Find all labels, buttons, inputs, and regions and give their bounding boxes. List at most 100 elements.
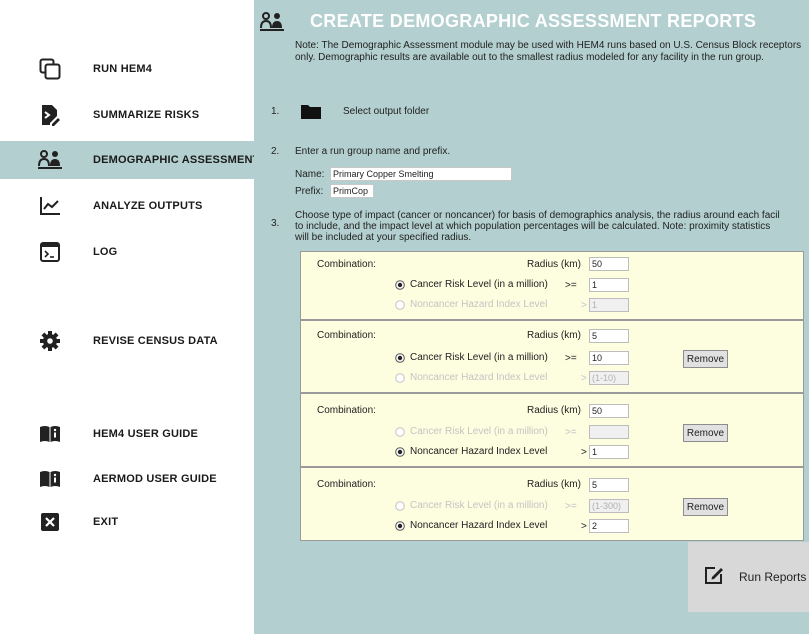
cancer-level-input[interactable]: 10: [589, 351, 629, 365]
step-number: 2.: [271, 146, 280, 157]
step-number: 1.: [271, 106, 280, 117]
radius-label: Radius (km): [527, 479, 581, 490]
cancer-level-input[interactable]: [589, 425, 629, 439]
book-info-icon: [38, 467, 62, 491]
people-icon: [38, 148, 62, 172]
operator-label: >=: [565, 501, 577, 512]
sidebar-item-label: ANALYZE OUTPUTS: [93, 200, 203, 212]
cancer-risk-radio[interactable]: Cancer Risk Level (in a million): [395, 279, 548, 290]
remove-button[interactable]: Remove: [683, 350, 728, 368]
radius-label: Radius (km): [527, 405, 581, 416]
radius-input[interactable]: 50: [589, 257, 629, 271]
sidebar-item-label: HEM4 USER GUIDE: [93, 428, 199, 440]
noncancer-hazard-radio[interactable]: Noncancer Hazard Index Level: [395, 520, 547, 531]
sidebar-item-exit[interactable]: EXIT: [0, 503, 254, 541]
noncancer-level-input[interactable]: 1: [589, 445, 629, 459]
noncancer-level-input[interactable]: 1: [589, 298, 629, 312]
cancer-risk-radio[interactable]: Cancer Risk Level (in a million): [395, 426, 548, 437]
radio-label: Noncancer Hazard Index Level: [410, 520, 548, 531]
cancer-risk-radio[interactable]: Cancer Risk Level (in a million): [395, 500, 548, 511]
radio-label: Noncancer Hazard Index Level: [410, 299, 548, 310]
sidebar-item-label: EXIT: [93, 516, 119, 528]
book-info-icon: [38, 422, 62, 446]
run-reports-label: Run Reports: [739, 570, 807, 584]
sidebar-item-revise-census-data[interactable]: REVISE CENSUS DATA: [0, 322, 254, 360]
edit-icon: [704, 565, 724, 585]
sidebar-item-label: REVISE CENSUS DATA: [93, 335, 218, 347]
sidebar-item-label: SUMMARIZE RISKS: [93, 109, 200, 121]
sidebar-item-label: DEMOGRAPHIC ASSESSMENT: [93, 154, 260, 166]
radio-unselected-icon: [395, 299, 405, 310]
radio-label: Cancer Risk Level (in a million): [410, 279, 548, 290]
remove-button[interactable]: Remove: [683, 424, 728, 442]
sidebar-item-aermod-user-guide[interactable]: AERMOD USER GUIDE: [0, 460, 254, 498]
combination-panel: Combination: Radius (km) 50 Cancer Risk …: [300, 393, 804, 467]
sidebar-item-label: RUN HEM4: [93, 63, 153, 75]
radius-input[interactable]: 5: [589, 478, 629, 492]
step-number: 3.: [271, 218, 280, 229]
operator-label: >: [581, 300, 587, 311]
select-output-folder-button[interactable]: Select output folder: [343, 106, 429, 117]
radio-selected-icon: [395, 446, 405, 457]
cancer-level-input[interactable]: (1-300): [589, 499, 629, 513]
radius-input[interactable]: 5: [589, 329, 629, 343]
radio-label: Cancer Risk Level (in a million): [410, 500, 548, 511]
sidebar-item-demographic-assessment[interactable]: DEMOGRAPHIC ASSESSMENT: [0, 141, 259, 179]
operator-label: >=: [565, 353, 577, 364]
remove-button[interactable]: Remove: [683, 498, 728, 516]
sidebar-item-analyze-outputs[interactable]: ANALYZE OUTPUTS: [0, 187, 254, 225]
combination-label: Combination:: [317, 479, 376, 490]
folder-icon[interactable]: [301, 104, 321, 119]
sidebar-item-hem4-user-guide[interactable]: HEM4 USER GUIDE: [0, 415, 254, 453]
step3-line: Choose type of impact (cancer or noncanc…: [295, 210, 780, 221]
module-note: Note: The Demographic Assessment module …: [295, 40, 802, 63]
cancer-level-input[interactable]: 1: [589, 278, 629, 292]
terminal-icon: [38, 240, 62, 264]
run-group-name-input[interactable]: Primary Copper Smelting: [330, 167, 512, 181]
people-icon: [260, 12, 284, 32]
sidebar-item-run-hem4[interactable]: RUN HEM4: [0, 50, 254, 88]
radius-label: Radius (km): [527, 330, 581, 341]
noncancer-hazard-radio[interactable]: Noncancer Hazard Index Level: [395, 372, 547, 383]
operator-label: >: [581, 373, 587, 384]
main-panel: CREATE DEMOGRAPHIC ASSESSMENT REPORTS No…: [254, 0, 809, 634]
radio-selected-icon: [395, 279, 405, 290]
noncancer-level-input[interactable]: 2: [589, 519, 629, 533]
step3-instruction: Choose type of impact (cancer or noncanc…: [295, 210, 809, 243]
radio-unselected-icon: [395, 426, 405, 437]
operator-label: >=: [565, 427, 577, 438]
noncancer-hazard-radio[interactable]: Noncancer Hazard Index Level: [395, 299, 547, 310]
prefix-input[interactable]: PrimCop: [330, 184, 374, 198]
run-reports-button[interactable]: Run Reports: [688, 542, 809, 612]
combination-panel: Combination: Radius (km) 5 Cancer Risk L…: [300, 320, 804, 393]
sidebar-item-label: AERMOD USER GUIDE: [93, 473, 217, 485]
radio-label: Noncancer Hazard Index Level: [410, 446, 548, 457]
operator-label: >=: [565, 280, 577, 291]
combination-panel: Combination: Radius (km) 5 Cancer Risk L…: [300, 467, 804, 541]
combination-label: Combination:: [317, 330, 376, 341]
sidebar-item-log[interactable]: LOG: [0, 233, 254, 271]
prefix-label: Prefix:: [295, 186, 324, 197]
sidebar: RUN HEM4 SUMMARIZE RISKS DEMOGRAPHIC ASS…: [0, 0, 259, 634]
noncancer-level-input[interactable]: (1-10): [589, 371, 629, 385]
step2-instruction: Enter a run group name and prefix.: [295, 146, 451, 157]
gear-icon: [38, 329, 62, 353]
radio-unselected-icon: [395, 372, 405, 383]
step3-line: will be included at your specified radiu…: [295, 232, 472, 243]
name-label: Name:: [295, 169, 325, 180]
document-edit-icon: [38, 103, 62, 127]
combination-label: Combination:: [317, 259, 376, 270]
operator-label: >: [581, 447, 587, 458]
radio-label: Cancer Risk Level (in a million): [410, 426, 548, 437]
step3-line: to include, and the impact level at whic…: [295, 221, 771, 232]
cancer-risk-radio[interactable]: Cancer Risk Level (in a million): [395, 352, 548, 363]
operator-label: >: [581, 521, 587, 532]
radio-selected-icon: [395, 352, 405, 363]
radius-input[interactable]: 50: [589, 404, 629, 418]
radio-unselected-icon: [395, 500, 405, 511]
combination-panel: Combination: Radius (km) 50 Cancer Risk …: [300, 251, 804, 320]
radio-label: Cancer Risk Level (in a million): [410, 352, 548, 363]
noncancer-hazard-radio[interactable]: Noncancer Hazard Index Level: [395, 446, 547, 457]
sidebar-item-summarize-risks[interactable]: SUMMARIZE RISKS: [0, 96, 254, 134]
line-chart-icon: [38, 194, 62, 218]
